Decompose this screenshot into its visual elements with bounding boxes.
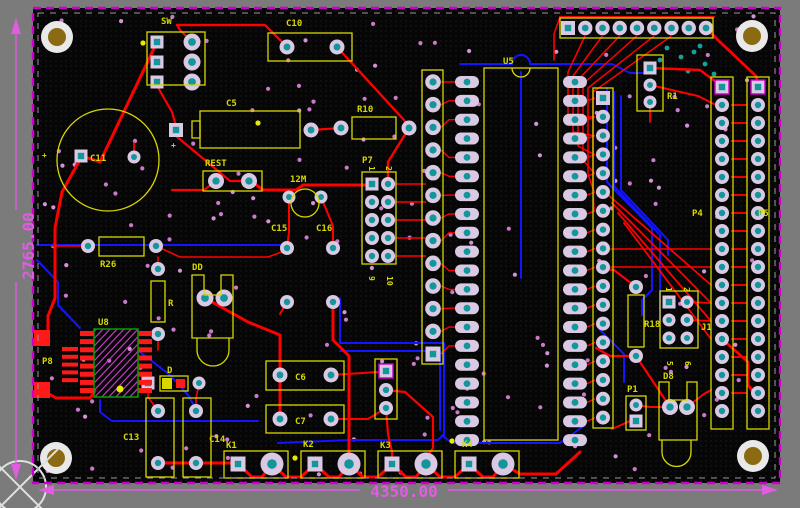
refdes-label: C10 — [286, 19, 302, 29]
refdes-label: C16 — [316, 224, 332, 234]
refdes-label: R1 — [667, 92, 678, 102]
refdes-label: C7 — [295, 417, 306, 427]
refdes-label: P7 — [362, 156, 373, 166]
refdes-label: C11 — [90, 154, 106, 164]
p8-pad[interactable] — [34, 330, 50, 346]
smd-pad[interactable] — [80, 372, 94, 377]
refdes-label: K4 — [462, 440, 473, 450]
refdes-label: K1 — [226, 441, 237, 451]
pin-number-label: 1 — [664, 287, 673, 292]
refdes-label: C13 — [123, 433, 139, 443]
smd-pad[interactable] — [138, 372, 152, 377]
pin-number-label: 2 — [384, 166, 393, 171]
refdes-label: P1 — [627, 385, 638, 395]
polarity-mark: + — [42, 151, 47, 160]
p8-pad[interactable] — [34, 382, 50, 398]
refdes-label: K2 — [303, 440, 314, 450]
pcb-editor-canvas[interactable]: 4350.002765.00SWC10C5R10C11REST12MP7R26R… — [0, 0, 800, 508]
smd-pad[interactable] — [80, 331, 94, 336]
smd-pad[interactable] — [80, 347, 94, 352]
refdes-label: C14 — [209, 435, 226, 445]
smd-pad[interactable] — [80, 380, 94, 385]
board-width-dimension: 4350.00 — [370, 482, 437, 501]
refdes-label: K3 — [380, 441, 391, 451]
pin-number-label: 5 — [665, 361, 674, 366]
board-height-dimension: 2765.00 — [19, 212, 38, 279]
refdes-label: P5 — [758, 209, 769, 219]
pin-number-label: 6 — [683, 361, 692, 366]
refdes-label: J1 — [701, 323, 712, 333]
smd-pad[interactable] — [138, 339, 152, 344]
pin-number-label: 1 — [367, 166, 376, 171]
smd-pad[interactable] — [138, 388, 152, 393]
refdes-label: SW — [161, 17, 172, 27]
smd-pad[interactable] — [138, 364, 152, 369]
smd-pad[interactable] — [138, 355, 152, 360]
refdes-label: R18 — [644, 320, 660, 330]
smd-pad[interactable] — [80, 364, 94, 369]
smd-pad[interactable] — [138, 347, 152, 352]
pin-number-label: 2 — [682, 287, 691, 292]
refdes-label: REST — [205, 159, 227, 169]
refdes-label: U8 — [98, 318, 109, 328]
refdes-label: P8 — [42, 357, 53, 367]
refdes-label: C15 — [271, 224, 287, 234]
refdes-label: R — [168, 299, 174, 309]
refdes-label: 12M — [290, 175, 307, 185]
polarity-mark: + — [171, 141, 176, 150]
refdes-label: P4 — [692, 209, 703, 219]
pcb-layout-svg[interactable]: 4350.002765.00SWC10C5R10C11REST12MP7R26R… — [0, 0, 800, 508]
pin1-marker — [117, 386, 124, 393]
refdes-label: R10 — [357, 105, 373, 115]
refdes-label: D8 — [663, 372, 674, 382]
refdes-label: DD — [192, 263, 203, 273]
pin-number-label: 9 — [367, 276, 376, 281]
d-diode-body[interactable] — [162, 378, 172, 389]
smd-pad[interactable] — [138, 331, 152, 336]
refdes-label: C6 — [295, 373, 306, 383]
smd-pad[interactable] — [80, 388, 94, 393]
refdes-label: D — [167, 366, 173, 376]
refdes-label: U5 — [503, 57, 514, 67]
smd-pad[interactable] — [80, 339, 94, 344]
refdes-label: R26 — [100, 260, 116, 270]
smd-pad[interactable] — [138, 380, 152, 385]
pin-number-label: 10 — [385, 276, 394, 286]
refdes-label: C5 — [226, 99, 237, 109]
smd-pad[interactable] — [80, 355, 94, 360]
